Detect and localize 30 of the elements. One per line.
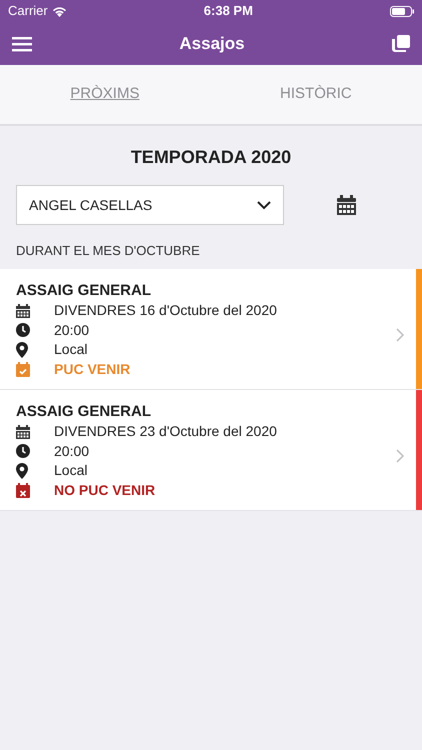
event-place: Local: [54, 340, 88, 359]
event-title: ASSAIG GENERAL: [16, 281, 152, 301]
chevron-icon: [396, 449, 404, 463]
event-date: DIVENDRES 23 d'Octubre del 2020: [54, 422, 277, 441]
location-icon: [16, 342, 28, 358]
attendance-status: PUC VENIR: [54, 360, 130, 378]
clock-icon: [16, 323, 30, 338]
attendance-status: NO PUC VENIR: [54, 480, 156, 500]
event-date: DIVENDRES 16 d'Octubre del 2020: [54, 301, 277, 320]
battery-icon: [390, 6, 414, 16]
calendar-icon: [16, 304, 30, 318]
event-place: Local: [54, 461, 88, 480]
event-time: 20:00: [54, 320, 90, 340]
screen-title: Assajos: [179, 32, 245, 55]
month-label: DURANT EL MES D'OCTUBRE: [16, 243, 200, 258]
status-time: 6:38 PM: [204, 2, 253, 20]
menu-icon[interactable]: [12, 36, 32, 52]
location-icon: [16, 462, 28, 479]
season-title: TEMPORADA 2020: [130, 146, 292, 169]
event-title: ASSAIG GENERAL: [16, 402, 152, 422]
wifi-icon: [52, 6, 67, 16]
chevron-down-icon: [257, 200, 271, 210]
calendar-icon[interactable]: [337, 194, 356, 216]
event-time: 20:00: [54, 442, 90, 460]
chevron-icon: [396, 328, 404, 342]
clock-icon: [16, 444, 30, 458]
calendar-icon: [16, 424, 30, 439]
copy-icon[interactable]: [392, 34, 410, 52]
member-select[interactable]: ANGEL CASELLAS: [16, 185, 284, 225]
carrier-label: Carrier: [8, 2, 48, 20]
